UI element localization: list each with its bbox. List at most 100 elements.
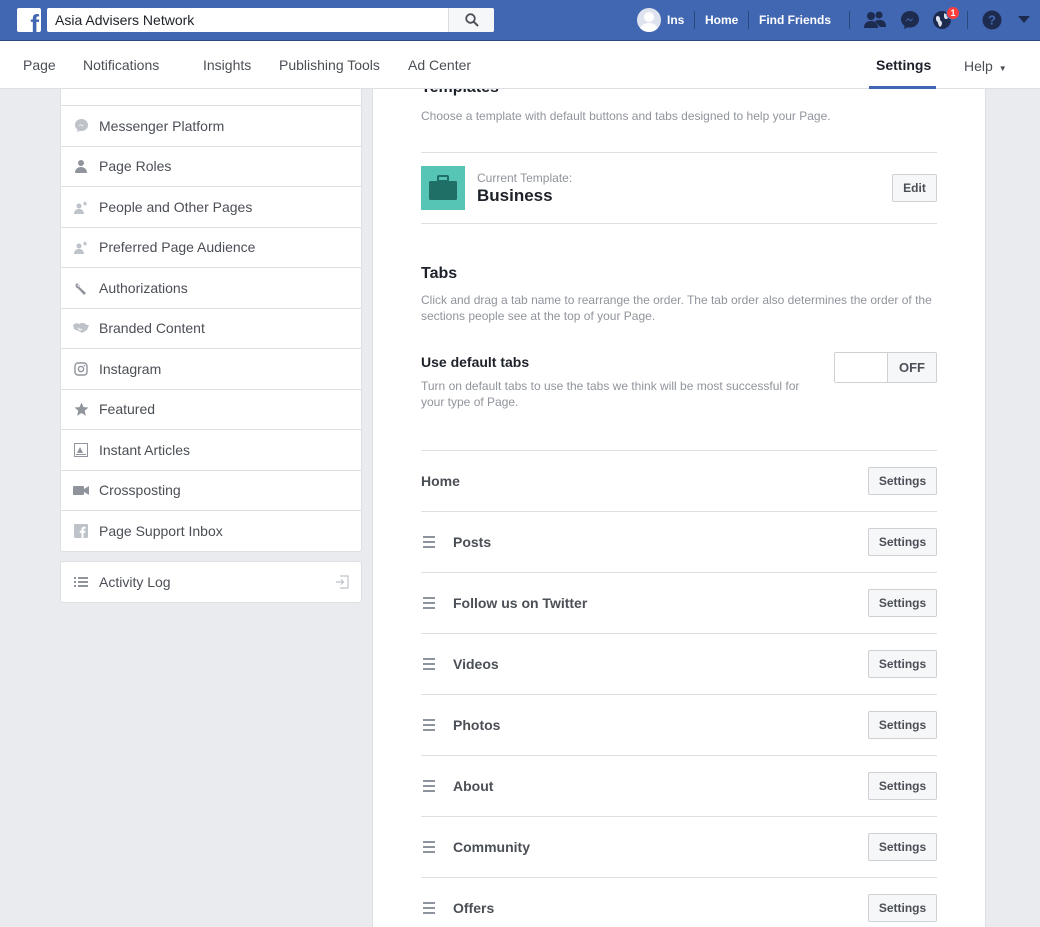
search-input[interactable]: Asia Advisers Network	[55, 12, 194, 28]
sidebar-item-preferred-page-audience[interactable]: Preferred Page Audience	[61, 226, 361, 268]
drag-handle-icon[interactable]	[423, 719, 435, 731]
caret-down-icon: ▼	[998, 64, 1007, 73]
help-button[interactable]: ?	[979, 8, 1005, 32]
svg-text:?: ?	[988, 13, 996, 28]
default-tabs-toggle[interactable]: OFF	[834, 352, 937, 383]
settings-main-panel: Templates Choose a template with default…	[372, 89, 986, 927]
notification-count-badge: 1	[946, 6, 960, 20]
briefcase-icon	[429, 175, 457, 200]
person-icon	[73, 158, 89, 174]
tab-name: Posts	[453, 534, 492, 550]
tab-settings-button[interactable]: Settings	[868, 467, 937, 495]
wrench-icon	[73, 280, 89, 296]
article-icon	[73, 442, 89, 458]
edit-template-button[interactable]: Edit	[892, 174, 937, 202]
search-icon	[464, 13, 479, 27]
account-menu-button[interactable]	[1011, 8, 1037, 32]
tab-notifications[interactable]: Notifications	[83, 57, 159, 73]
avatar[interactable]	[637, 8, 661, 32]
home-link[interactable]: Home	[705, 13, 738, 27]
sidebar-item-messenger-platform[interactable]: Messenger Platform	[61, 105, 361, 146]
star-icon	[73, 401, 89, 417]
tab-insights[interactable]: Insights	[203, 57, 251, 73]
drag-handle-icon[interactable]	[423, 597, 435, 609]
find-friends-link[interactable]: Find Friends	[759, 13, 831, 27]
tab-settings-button[interactable]: Settings	[868, 772, 937, 800]
sidebar-item-page-support-inbox[interactable]: Page Support Inbox	[61, 510, 361, 551]
sidebar-item-label: Page Roles	[99, 158, 172, 175]
tab-name: Photos	[453, 717, 501, 733]
tab-row-posts[interactable]: Posts Settings	[421, 511, 937, 572]
drag-handle-icon[interactable]	[423, 841, 435, 853]
tab-settings-button[interactable]: Settings	[868, 650, 937, 678]
top-navigation-bar: f Asia Advisers Network Ins Home Find Fr…	[0, 0, 1040, 41]
sidebar-item-authorizations[interactable]: Authorizations	[61, 267, 361, 308]
help-label: Help	[964, 58, 993, 74]
activity-log-link[interactable]: Activity Log	[60, 561, 362, 603]
friend-requests-button[interactable]	[862, 8, 888, 32]
default-tabs-description-line-2: your type of Page.	[421, 395, 519, 409]
sidebar-item-label: Instagram	[99, 360, 162, 377]
tab-row-community[interactable]: Community Settings	[421, 816, 937, 877]
friends-icon	[864, 11, 886, 28]
tab-settings-button[interactable]: Settings	[868, 894, 937, 922]
sidebar-item-people-and-other-pages[interactable]: People and Other Pages	[61, 186, 361, 227]
help-menu[interactable]: Help ▼	[964, 58, 1007, 74]
drag-handle-icon[interactable]	[423, 902, 435, 914]
sidebar-item-label: Instant Articles	[99, 441, 191, 458]
drag-handle-icon[interactable]	[423, 536, 435, 548]
sidebar-item-partial[interactable]	[61, 89, 361, 105]
tab-name: Community	[453, 839, 530, 855]
tab-settings[interactable]: Settings	[876, 57, 931, 73]
sidebar-item-label: Featured	[99, 401, 156, 418]
page-navigation: Page Notifications Insights Publishing T…	[0, 41, 1040, 89]
drag-handle-icon[interactable]	[423, 780, 435, 792]
tab-row-follow-us-on-twitter[interactable]: Follow us on Twitter Settings	[421, 572, 937, 633]
tab-row-about[interactable]: About Settings	[421, 755, 937, 816]
sidebar-item-branded-content[interactable]: Branded Content	[61, 307, 361, 349]
toggle-knob	[835, 353, 888, 382]
sidebar-item-label: Messenger Platform	[99, 117, 225, 134]
tab-row-photos[interactable]: Photos Settings	[421, 694, 937, 755]
facebook-logo-icon[interactable]: f	[17, 8, 41, 32]
sidebar-item-instant-articles[interactable]: Instant Articles	[61, 429, 361, 470]
tab-ad-center[interactable]: Ad Center	[408, 57, 471, 73]
tab-settings-button[interactable]: Settings	[868, 711, 937, 739]
instagram-icon	[73, 361, 89, 377]
tab-name: Follow us on Twitter	[453, 595, 588, 611]
sidebar-item-crossposting[interactable]: Crossposting	[61, 469, 361, 511]
divider	[421, 223, 937, 224]
template-icon	[421, 166, 465, 210]
tab-settings-button[interactable]: Settings	[868, 589, 937, 617]
current-template-name: Business	[477, 186, 553, 205]
sidebar-item-page-roles[interactable]: Page Roles	[61, 145, 361, 187]
tab-row-offers[interactable]: Offers Settings	[421, 877, 937, 927]
search-bar[interactable]: Asia Advisers Network	[47, 8, 494, 32]
tab-settings-button[interactable]: Settings	[868, 833, 937, 861]
list-icon	[73, 574, 89, 590]
messenger-button[interactable]	[897, 8, 923, 32]
settings-sidebar: Messenger Platform Page Roles People and…	[60, 89, 362, 552]
sidebar-item-featured[interactable]: Featured	[61, 388, 361, 430]
tabs-heading: Tabs	[421, 265, 458, 282]
sidebar-item-label: Branded Content	[99, 320, 205, 337]
tab-name: Offers	[453, 900, 495, 916]
tab-name: About	[453, 778, 494, 794]
tab-page[interactable]: Page	[23, 57, 56, 73]
nav-divider	[694, 11, 695, 29]
tab-row-videos[interactable]: Videos Settings	[421, 633, 937, 694]
profile-link[interactable]: Ins	[667, 13, 684, 27]
tab-publishing-tools[interactable]: Publishing Tools	[279, 57, 380, 73]
default-tabs-heading: Use default tabs	[421, 354, 530, 370]
search-button[interactable]	[448, 8, 494, 32]
templates-description: Choose a template with default buttons a…	[421, 109, 831, 123]
tabs-description-line-1: Click and drag a tab name to rearrange t…	[421, 293, 932, 307]
sidebar-item-instagram[interactable]: Instagram	[61, 348, 361, 389]
default-tabs-description-line-1: Turn on default tabs to use the tabs we …	[421, 379, 800, 393]
video-camera-icon	[73, 482, 89, 498]
nav-divider	[849, 11, 850, 29]
drag-handle-icon[interactable]	[423, 658, 435, 670]
toggle-state-label: OFF	[888, 353, 936, 382]
tab-settings-button[interactable]: Settings	[868, 528, 937, 556]
current-template-label: Current Template:	[477, 171, 573, 185]
